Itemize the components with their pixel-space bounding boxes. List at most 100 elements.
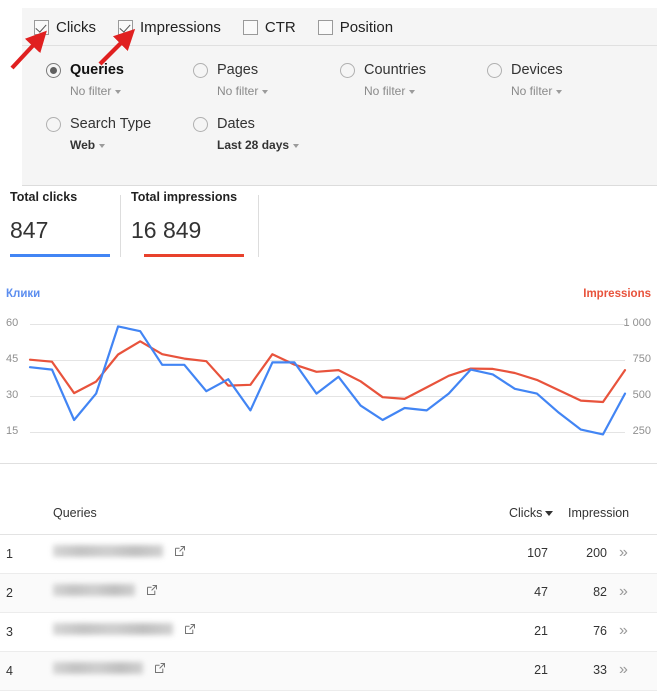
total-impressions-value: 16 849 — [131, 217, 202, 243]
checkbox-unchecked-icon[interactable] — [317, 19, 333, 35]
table-row[interactable]: 3 21 76 » — [0, 613, 657, 652]
row-clicks: 107 — [527, 546, 548, 560]
sort-descending-icon — [545, 511, 554, 517]
table-row[interactable]: 2 47 82 » — [0, 574, 657, 613]
radio-selected-icon[interactable] — [46, 62, 61, 78]
external-link-icon[interactable] — [154, 662, 166, 674]
row-expand-chevrons-icon[interactable]: » — [619, 583, 628, 601]
dimension-filter-devices[interactable]: No filter — [511, 84, 634, 98]
chart-plot-area: 60 45 30 15 1 000 750 500 250 — [0, 308, 657, 438]
row-query[interactable] — [53, 584, 158, 596]
filter-value: No filter — [217, 84, 259, 98]
dimension-label: Pages — [217, 62, 259, 78]
filter-value: No filter — [364, 84, 406, 98]
metric-toggle-impressions[interactable]: Impressions — [118, 19, 221, 36]
row-query[interactable] — [53, 623, 196, 635]
external-link-icon[interactable] — [184, 623, 196, 635]
total-clicks-card[interactable]: Total clicks 847 — [10, 190, 120, 257]
dimension-filter-countries[interactable]: No filter — [364, 84, 487, 98]
row-impressions: 76 — [593, 624, 607, 638]
dimension-dates[interactable]: Dates Last 28 days — [193, 116, 340, 152]
row-expand-chevrons-icon[interactable]: » — [619, 622, 628, 640]
radio-unselected-icon[interactable] — [46, 116, 61, 132]
filter-value: No filter — [511, 84, 553, 98]
performance-chart: Клики Impressions 60 45 30 15 1 000 750 … — [0, 284, 657, 464]
row-expand-chevrons-icon[interactable]: » — [619, 661, 628, 679]
column-header-clicks-label: Clicks — [509, 506, 543, 520]
row-index: 4 — [6, 664, 13, 678]
filter-value: Web — [70, 138, 96, 152]
checkbox-checked-icon[interactable] — [34, 19, 49, 35]
row-clicks: 21 — [534, 663, 548, 677]
row-expand-chevrons-icon[interactable]: » — [619, 544, 628, 562]
metric-label: Clicks — [56, 18, 96, 36]
dimension-filter-queries[interactable]: No filter — [70, 84, 193, 98]
chart-legend-clicks: Клики — [6, 288, 41, 300]
chevron-down-icon — [99, 143, 106, 148]
dimension-label: Queries — [70, 62, 124, 78]
external-link-icon[interactable] — [146, 584, 158, 596]
radio-unselected-icon[interactable] — [193, 116, 208, 132]
metric-toggle-position[interactable]: Position — [317, 18, 394, 36]
totals-summary: Total clicks 847 Total impressions 16 84… — [0, 190, 657, 274]
external-link-icon[interactable] — [174, 545, 186, 557]
dimension-label: Dates — [217, 116, 255, 132]
row-impressions: 200 — [586, 546, 607, 560]
dimension-pages[interactable]: Pages No filter — [193, 62, 340, 98]
divider — [120, 195, 121, 257]
dimension-filter-panel: Queries No filter Pages No filter Countr… — [22, 46, 657, 186]
radio-unselected-icon[interactable] — [193, 62, 208, 78]
metric-label: Impressions — [140, 18, 221, 36]
metric-toggle-clicks[interactable]: Clicks — [34, 19, 96, 36]
dimension-filter-dates[interactable]: Last 28 days — [217, 138, 340, 152]
filter-value: No filter — [70, 84, 112, 98]
total-clicks-value: 847 — [10, 217, 49, 243]
row-query[interactable] — [53, 545, 186, 557]
row-clicks: 47 — [534, 585, 548, 599]
metric-toggle-ctr[interactable]: CTR — [242, 19, 296, 36]
dimension-queries[interactable]: Queries No filter — [46, 62, 193, 98]
dimension-row-secondary: Search Type Web Dates Last 28 days — [46, 116, 340, 152]
dimension-countries[interactable]: Countries No filter — [340, 62, 487, 98]
dimension-label: Devices — [511, 62, 563, 78]
dimension-label: Search Type — [70, 116, 152, 132]
total-clicks-title: Total clicks — [10, 190, 78, 204]
radio-unselected-icon[interactable] — [487, 62, 502, 78]
dimension-filter-search-type[interactable]: Web — [70, 138, 193, 152]
dimension-row-primary: Queries No filter Pages No filter Countr… — [46, 62, 634, 98]
chevron-down-icon — [409, 89, 416, 94]
row-index: 3 — [6, 625, 13, 639]
redacted-query-text — [53, 584, 135, 596]
dimension-devices[interactable]: Devices No filter — [487, 62, 634, 98]
total-clicks-underline — [10, 254, 110, 257]
dimension-search-type[interactable]: Search Type Web — [46, 116, 193, 152]
redacted-query-text — [53, 623, 173, 635]
total-impressions-card[interactable]: Total impressions 16 849 — [120, 190, 259, 257]
chevron-down-icon — [262, 89, 269, 94]
table-row[interactable]: 1 107 200 » — [0, 535, 657, 574]
redacted-query-text — [53, 662, 143, 674]
metric-label: Position — [339, 18, 394, 36]
column-header-impressions[interactable]: Impression — [568, 506, 629, 520]
row-index: 2 — [6, 586, 13, 600]
chart-legend-impressions: Impressions — [583, 288, 651, 300]
total-impressions-underline — [144, 254, 244, 257]
column-header-queries[interactable]: Queries — [53, 506, 97, 520]
chart-lines — [28, 325, 627, 436]
dimension-filter-pages[interactable]: No filter — [217, 84, 340, 98]
total-impressions-title: Total impressions — [131, 190, 238, 204]
row-index: 1 — [6, 547, 13, 561]
table-row[interactable]: 4 21 33 » — [0, 652, 657, 691]
radio-unselected-icon[interactable] — [340, 62, 355, 78]
dimension-label: Countries — [364, 62, 427, 78]
row-query[interactable] — [53, 662, 166, 674]
metric-toggle-bar: Clicks Impressions CTR Position — [22, 8, 657, 46]
chevron-down-icon — [293, 143, 300, 148]
column-header-clicks[interactable]: Clicks — [509, 506, 554, 520]
queries-table: Queries Clicks Impression 1 107 200 » 2 … — [0, 492, 657, 691]
row-impressions: 33 — [593, 663, 607, 677]
row-impressions: 82 — [593, 585, 607, 599]
checkbox-unchecked-icon[interactable] — [242, 19, 258, 35]
table-header-row: Queries Clicks Impression — [0, 492, 657, 535]
checkbox-checked-icon[interactable] — [118, 19, 133, 35]
